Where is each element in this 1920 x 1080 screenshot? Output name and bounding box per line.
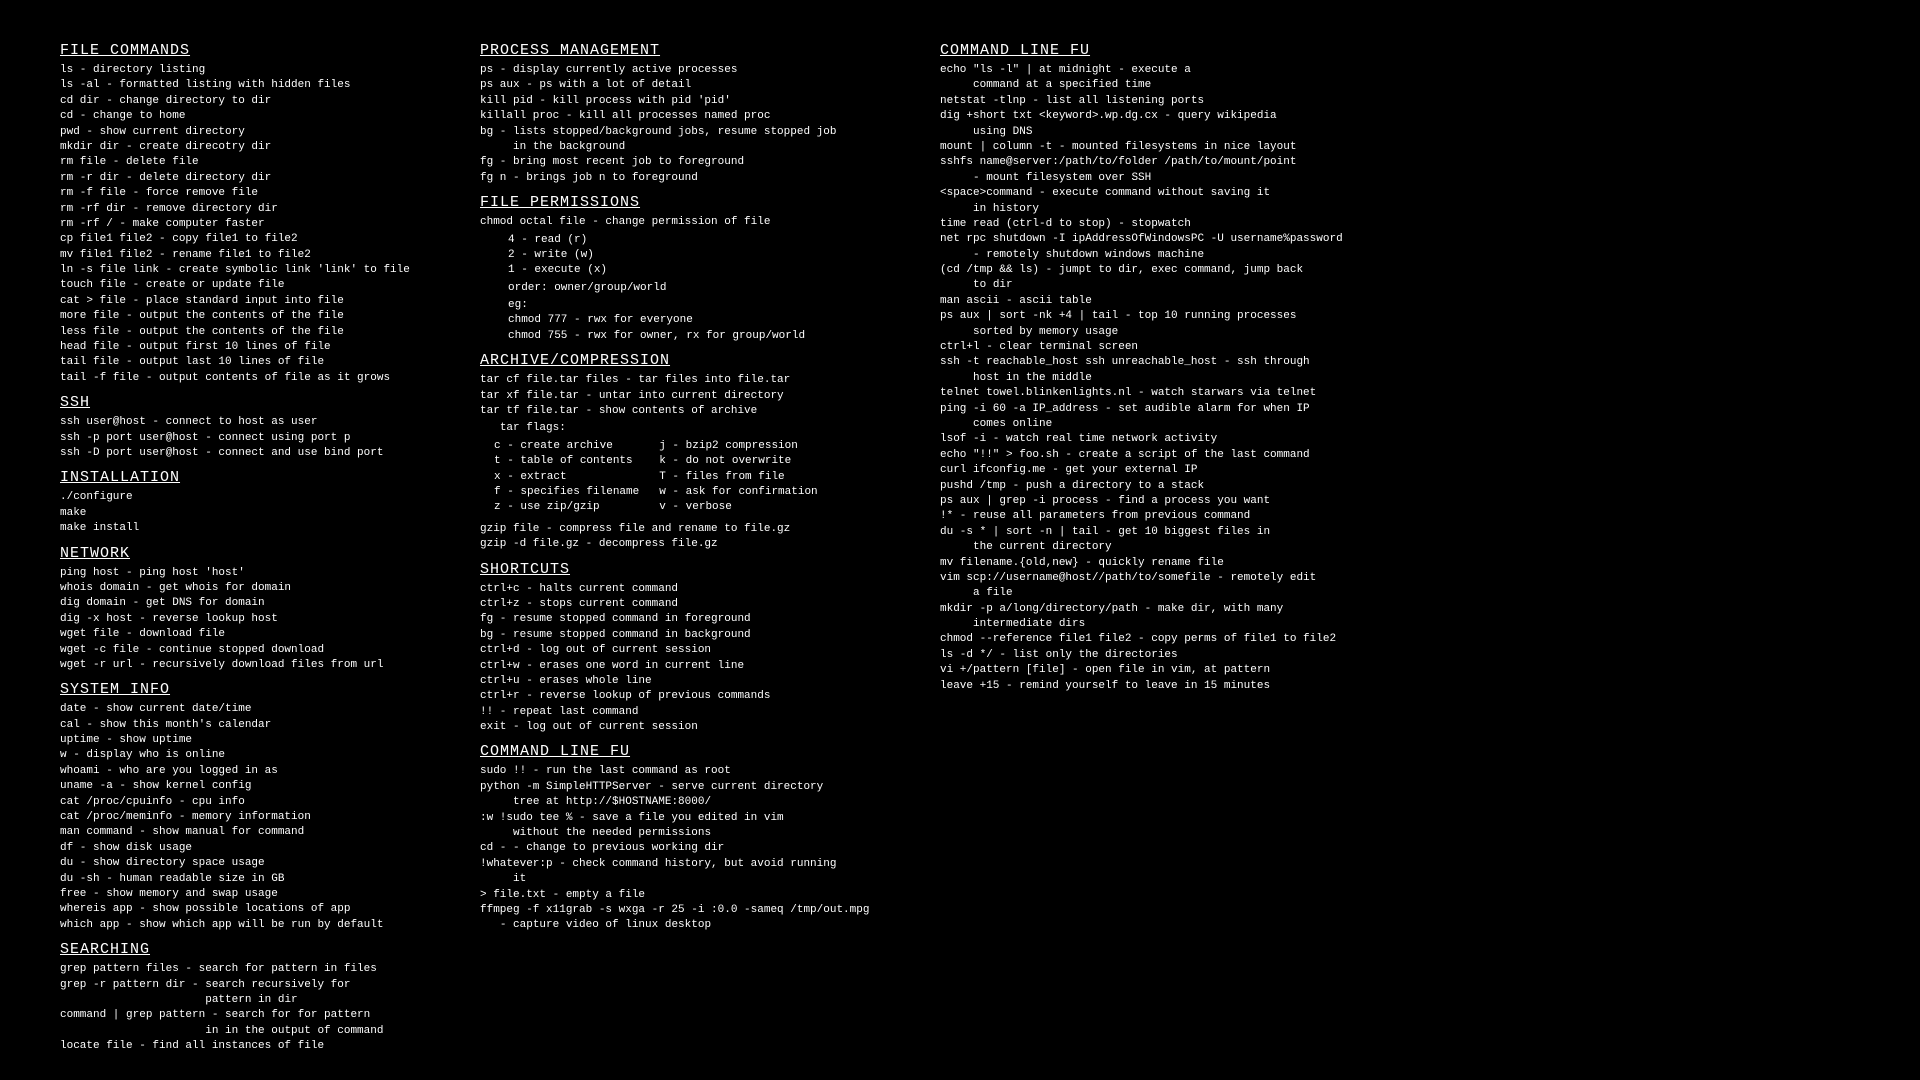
column-1: FILE COMMANDS ls - directory listing ls … <box>60 40 440 1056</box>
ssh-list: ssh user@host - connect to host as user … <box>60 415 440 461</box>
archive-b: gzip file - compress file and rename to … <box>480 522 900 553</box>
tar-flags-right: j - bzip2 compression k - do not overwri… <box>659 439 817 516</box>
heading-command-line-fu-2: COMMAND LINE FU <box>940 40 1400 61</box>
heading-shortcuts: SHORTCUTS <box>480 559 900 580</box>
heading-file-permissions: FILE PERMISSIONS <box>480 192 900 213</box>
tar-flags-label: tar flags: <box>480 421 900 436</box>
searching-list: grep pattern files - search for pattern … <box>60 962 440 1054</box>
heading-command-line-fu-1: COMMAND LINE FU <box>480 741 900 762</box>
heading-archive-compression: ARCHIVE/COMPRESSION <box>480 350 900 371</box>
process-management-list: ps - display currently active processes … <box>480 63 900 186</box>
tar-flags-left: c - create archive t - table of contents… <box>494 439 639 516</box>
file-permissions-b: 4 - read (r) 2 - write (w) 1 - execute (… <box>480 233 900 279</box>
file-permissions-a: chmod octal file - change permission of … <box>480 215 900 230</box>
network-list: ping host - ping host 'host' whois domai… <box>60 566 440 674</box>
heading-searching: SEARCHING <box>60 939 440 960</box>
heading-ssh: SSH <box>60 392 440 413</box>
heading-system-info: SYSTEM INFO <box>60 679 440 700</box>
system-info-list: date - show current date/time cal - show… <box>60 702 440 933</box>
command-line-fu-list-1: sudo !! - run the last command as root p… <box>480 764 900 933</box>
file-commands-list: ls - directory listing ls -al - formatte… <box>60 63 440 386</box>
heading-installation: INSTALLATION <box>60 467 440 488</box>
heading-network: NETWORK <box>60 543 440 564</box>
installation-list: ./configure make make install <box>60 490 440 536</box>
file-permissions-d: eg: chmod 777 - rwx for everyone chmod 7… <box>480 298 900 344</box>
file-permissions-c: order: owner/group/world <box>480 281 900 296</box>
heading-process-management: PROCESS MANAGEMENT <box>480 40 900 61</box>
column-3: COMMAND LINE FU echo "ls -l" | at midnig… <box>940 40 1400 1056</box>
shortcuts-list: ctrl+c - halts current command ctrl+z - … <box>480 582 900 736</box>
column-2: PROCESS MANAGEMENT ps - display currentl… <box>480 40 900 1056</box>
tar-flags: c - create archive t - table of contents… <box>480 439 900 516</box>
cheatsheet-columns: FILE COMMANDS ls - directory listing ls … <box>60 40 1860 1056</box>
command-line-fu-list-2: echo "ls -l" | at midnight - execute a c… <box>940 63 1400 694</box>
heading-file-commands: FILE COMMANDS <box>60 40 440 61</box>
archive-a: tar cf file.tar files - tar files into f… <box>480 373 900 419</box>
